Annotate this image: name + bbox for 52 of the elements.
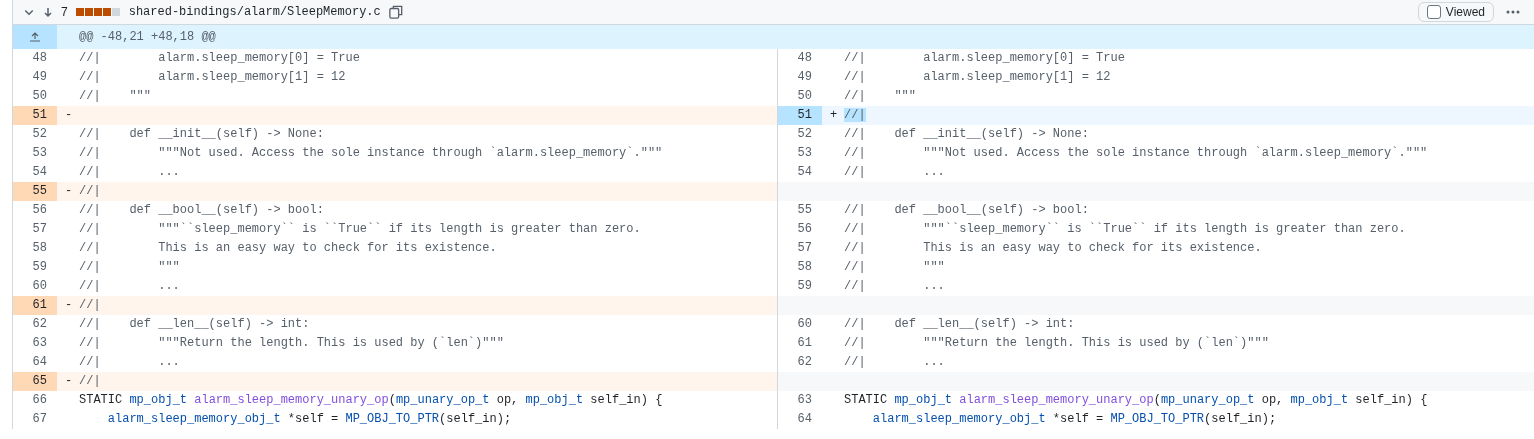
- copy-icon[interactable]: [388, 5, 403, 19]
- code-line: //| alarm.sleep_memory[0] = True: [79, 50, 360, 67]
- diff-sign: -: [65, 373, 74, 390]
- code-line: //| def __len__(self) -> int:: [79, 316, 310, 333]
- code-line: //| ...: [79, 164, 180, 181]
- code-line: //|: [79, 373, 101, 390]
- file-path[interactable]: shared-bindings/alarm/SleepMemory.c: [128, 5, 381, 19]
- code-line: //| """Not used. Access the sole instance through `alarm.sleep_memory`.""": [844, 145, 1428, 162]
- code-line: //| ...: [79, 278, 180, 295]
- code-line: //| """``sleep_memory`` is ``True`` if its length is greater than zero.: [79, 221, 641, 238]
- code-line: STATIC mp_obj_t alarm_sleep_memory_unary_op(mp_unary_op_t op, mp_obj_t self_in) {: [79, 392, 663, 409]
- code-line: alarm_sleep_memory_obj_t *self = MP_OBJ_TO_PTR(self_in);: [871, 411, 1277, 428]
- code-line: //| ...: [79, 354, 180, 371]
- code-line: STATIC mp_obj_t alarm_sleep_memory_unary_op(mp_unary_op_t op, mp_obj_t self_in) {: [844, 392, 1428, 409]
- line-number[interactable]: 61: [13, 296, 57, 315]
- code-line: //| """Return the length. This is used by (`len`)""": [844, 335, 1269, 352]
- code-line: //| """: [844, 88, 916, 105]
- code-line: //| def __len__(self) -> int:: [844, 316, 1075, 333]
- diff-sign: -: [65, 297, 74, 314]
- expand-up-icon: [29, 32, 41, 42]
- code-line: //| ...: [844, 278, 945, 295]
- viewed-checkbox[interactable]: Viewed: [1417, 2, 1494, 22]
- code-line: //| ...: [844, 164, 945, 181]
- diff-sign: -: [65, 183, 74, 200]
- change-count: 7: [61, 5, 68, 19]
- code-line: //| alarm.sleep_memory[0] = True: [844, 50, 1125, 67]
- hunk-range: @@ -48,21 +48,18 @@: [78, 30, 216, 44]
- code-line: //| """``sleep_memory`` is ``True`` if its length is greater than zero.: [844, 221, 1406, 238]
- code-line: alarm_sleep_memory_obj_t *self = MP_OBJ_TO_PTR(self_in);: [106, 411, 512, 428]
- code-line: //| """: [79, 88, 151, 105]
- line-number[interactable]: 51: [13, 106, 57, 125]
- code-line: //| ...: [844, 354, 945, 371]
- code-line: //| alarm.sleep_memory[1] = 12: [79, 69, 346, 86]
- code-line: //| """Return the length. This is used by (`len`)""": [79, 335, 504, 352]
- code-line: //| """: [844, 259, 945, 276]
- line-number[interactable]: 51: [778, 106, 822, 125]
- code-line: //| alarm.sleep_memory[1] = 12: [844, 69, 1111, 86]
- code-line: //| def __bool__(self) -> bool:: [79, 202, 324, 219]
- code-line: //| def __init__(self) -> None:: [844, 126, 1089, 143]
- code-line: //| This is an easy way to check for its existence.: [79, 240, 497, 257]
- code-line: //| def __bool__(self) -> bool:: [844, 202, 1089, 219]
- diff-stat-bar: [75, 8, 121, 16]
- code-line: //| """: [79, 259, 180, 276]
- code-line: //| def __init__(self) -> None:: [79, 126, 324, 143]
- code-line: //| This is an easy way to check for its existence.: [844, 240, 1262, 257]
- code-line: //|: [79, 297, 101, 314]
- line-number[interactable]: 55: [13, 182, 57, 201]
- code-line: //| """Not used. Access the sole instance through `alarm.sleep_memory`.""": [79, 145, 663, 162]
- line-number[interactable]: 65: [13, 372, 57, 391]
- code-line: //|: [79, 183, 101, 200]
- diff-sign: +: [830, 107, 839, 124]
- diff-sign: -: [65, 107, 74, 124]
